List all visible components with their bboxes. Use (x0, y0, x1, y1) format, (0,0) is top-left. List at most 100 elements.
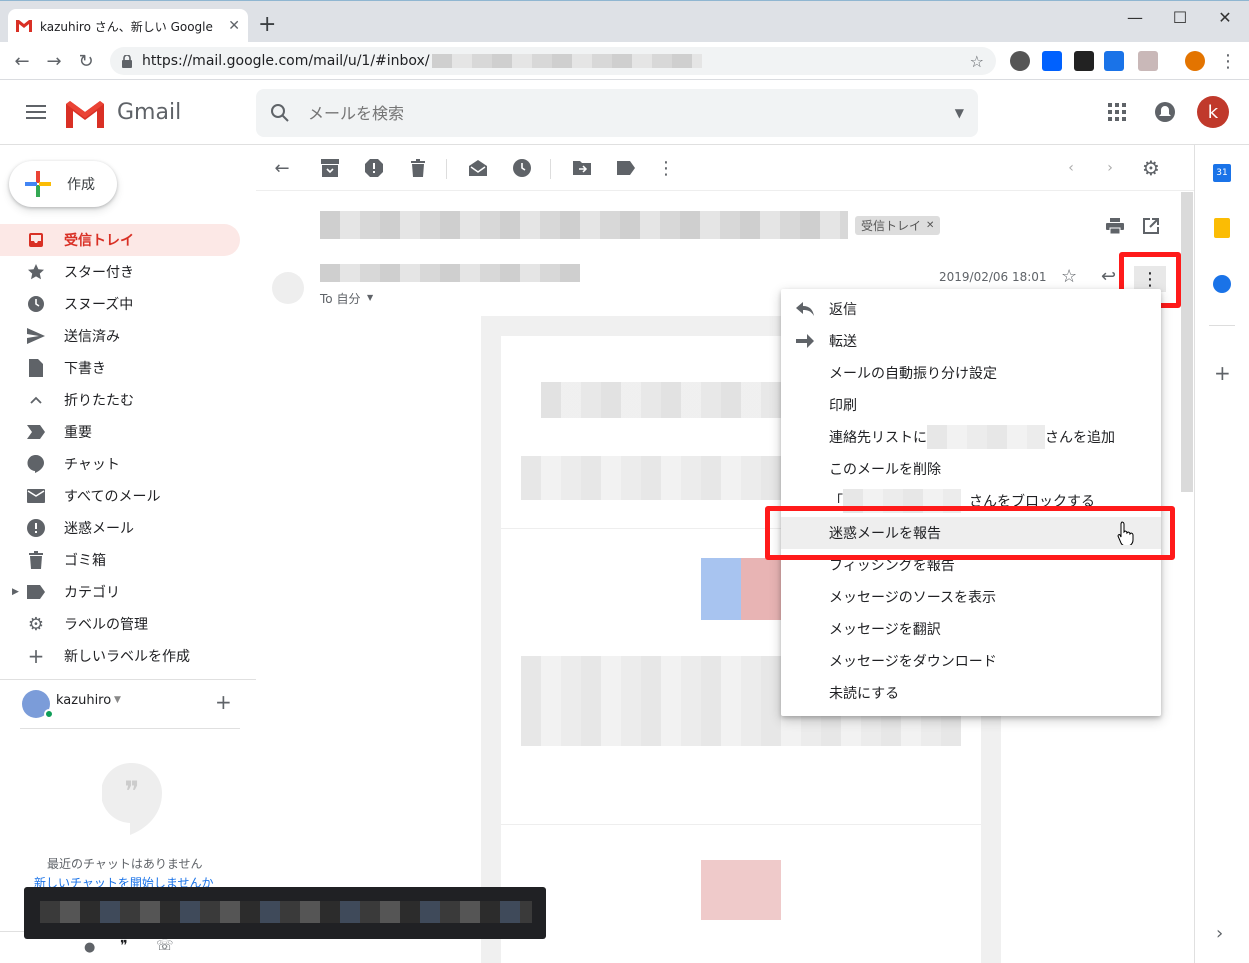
gmail-logo-icon[interactable] (66, 100, 104, 128)
dropbox-extension-icon[interactable] (1042, 51, 1062, 71)
menu-item-forward[interactable]: 転送 (781, 325, 1161, 357)
browser-tab[interactable]: kazuhiro さん、新しい Google アカウ ✕ (8, 9, 248, 43)
mark-unread-icon[interactable] (468, 158, 488, 178)
sidebar-item-all-mail[interactable]: すべてのメール (0, 480, 240, 512)
sidebar-item-create-label[interactable]: + 新しいラベルを作成 (0, 640, 240, 672)
address-bar[interactable]: https://mail.google.com/mail/u/1/#inbox/… (110, 47, 996, 75)
lock-icon (122, 54, 132, 68)
draft-icon (26, 358, 46, 378)
redacted-sender (320, 264, 580, 282)
more-actions-icon[interactable]: ⋮ (656, 158, 676, 179)
newer-message-icon[interactable]: ‹ (1061, 158, 1081, 178)
divider (0, 679, 256, 680)
sidebar-item-manage-labels[interactable]: ⚙ ラベルの管理 (0, 608, 240, 640)
expand-panel-icon[interactable]: › (1216, 923, 1223, 944)
new-tab-button[interactable]: + (258, 14, 276, 36)
notifications-icon[interactable] (1155, 102, 1175, 122)
profile-avatar-icon[interactable] (1185, 51, 1205, 71)
main-menu-icon[interactable] (26, 104, 46, 120)
add-addon-icon[interactable]: + (1214, 361, 1231, 385)
older-message-icon[interactable]: › (1100, 158, 1120, 178)
hangouts-dropdown-icon[interactable]: ▼ (114, 695, 121, 705)
print-icon[interactable] (1106, 218, 1124, 234)
inbox-label-chip[interactable]: 受信トレイ ✕ (855, 216, 941, 235)
keep-icon[interactable] (1214, 218, 1230, 238)
delete-icon[interactable] (408, 158, 428, 178)
move-to-icon[interactable] (572, 158, 592, 178)
chat-tab-icon[interactable]: ❞ (120, 938, 128, 954)
sidebar-item-trash[interactable]: ゴミ箱 (0, 544, 240, 576)
labels-icon[interactable] (616, 158, 636, 178)
reload-icon[interactable]: ↻ (76, 51, 96, 72)
svg-text:❞: ❞ (124, 775, 139, 808)
menu-item-print[interactable]: 印刷 (781, 389, 1161, 421)
show-details-icon[interactable]: ▼ (367, 293, 373, 302)
highlight-box-report-spam (765, 506, 1175, 560)
snooze-icon[interactable] (512, 158, 532, 178)
redacted-notification (40, 901, 532, 923)
star-message-icon[interactable]: ☆ (1061, 266, 1077, 287)
apps-grid-icon[interactable] (1108, 103, 1126, 121)
tab-title: kazuhiro さん、新しい Google アカウ (40, 19, 215, 34)
mail-icon (26, 486, 46, 506)
sidebar-item-collapse[interactable]: 折りたたむ (0, 384, 240, 416)
extension-new-icon[interactable] (1104, 51, 1124, 71)
menu-item-add-contact[interactable]: 連絡先リストに さんを追加 (781, 421, 1161, 453)
gear-icon: ⚙ (27, 613, 45, 635)
sidebar-item-inbox[interactable]: 受信トレイ (0, 224, 240, 256)
menu-item-mark-unread[interactable]: 未読にする (781, 677, 1161, 709)
new-chat-plus-icon[interactable]: + (215, 690, 232, 714)
menu-item-translate[interactable]: メッセージを翻訳 (781, 613, 1161, 645)
sidebar-item-categories[interactable]: ▶ カテゴリ (0, 576, 240, 608)
browser-menu-icon[interactable]: ⋮ (1218, 51, 1238, 72)
compose-plus-icon (25, 171, 51, 197)
calendar-icon[interactable]: 31 (1213, 164, 1231, 182)
search-input[interactable] (308, 103, 908, 123)
search-options-icon[interactable]: ▼ (955, 106, 964, 120)
forward-icon[interactable]: → (44, 51, 64, 72)
sidebar-item-starred[interactable]: スター付き (0, 256, 240, 288)
menu-item-show-original[interactable]: メッセージのソースを表示 (781, 581, 1161, 613)
back-icon[interactable]: ← (12, 51, 32, 72)
search-bar[interactable]: ▼ (256, 89, 978, 137)
hangouts-user-name[interactable]: kazuhiro (56, 693, 111, 708)
open-new-window-icon[interactable] (1143, 218, 1159, 234)
back-to-inbox-icon[interactable]: ← (272, 158, 292, 179)
sidebar-item-label: スヌーズ中 (64, 297, 134, 313)
minimize-button[interactable]: — (1120, 7, 1150, 27)
menu-item-filter[interactable]: メールの自動振り分け設定 (781, 357, 1161, 389)
extension-check-icon[interactable] (1074, 51, 1094, 71)
sidebar-item-label: 重要 (64, 425, 92, 441)
sidebar-item-important[interactable]: 重要 (0, 416, 240, 448)
sidebar-item-chat[interactable]: チャット (0, 448, 240, 480)
report-spam-icon[interactable] (364, 158, 384, 178)
close-window-button[interactable]: ✕ (1210, 7, 1240, 27)
sidebar-item-drafts[interactable]: 下書き (0, 352, 240, 384)
tasks-icon[interactable] (1213, 275, 1231, 293)
close-tab-icon[interactable]: ✕ (228, 18, 240, 34)
scrollbar[interactable] (1181, 192, 1193, 492)
search-icon[interactable] (270, 103, 290, 123)
phone-tab-icon[interactable]: ☏ (156, 938, 174, 954)
compose-button[interactable]: 作成 (9, 161, 117, 207)
settings-gear-icon[interactable]: ⚙ (1141, 156, 1161, 180)
sidebar-item-sent[interactable]: 送信済み (0, 320, 240, 352)
sidebar-item-snoozed[interactable]: スヌーズ中 (0, 288, 240, 320)
spam-icon (26, 518, 46, 538)
acrobat-extension-icon[interactable] (1138, 51, 1158, 71)
sidebar-item-label: チャット (64, 457, 120, 473)
extension-globe-icon[interactable] (1010, 51, 1030, 71)
reply-icon[interactable]: ↩ (1101, 266, 1116, 287)
bookmark-star-icon[interactable]: ☆ (970, 52, 984, 71)
divider (501, 824, 981, 825)
maximize-button[interactable]: ☐ (1165, 7, 1195, 27)
account-avatar[interactable]: k (1197, 96, 1229, 128)
contacts-tab-icon[interactable]: ● (84, 940, 95, 955)
remove-label-icon[interactable]: ✕ (926, 220, 934, 231)
expand-arrow-icon[interactable]: ▶ (12, 587, 19, 597)
sidebar-item-spam[interactable]: 迷惑メール (0, 512, 240, 544)
menu-item-download[interactable]: メッセージをダウンロード (781, 645, 1161, 677)
archive-icon[interactable] (320, 158, 340, 178)
menu-item-reply[interactable]: 返信 (781, 293, 1161, 325)
menu-item-delete[interactable]: このメールを削除 (781, 453, 1161, 485)
